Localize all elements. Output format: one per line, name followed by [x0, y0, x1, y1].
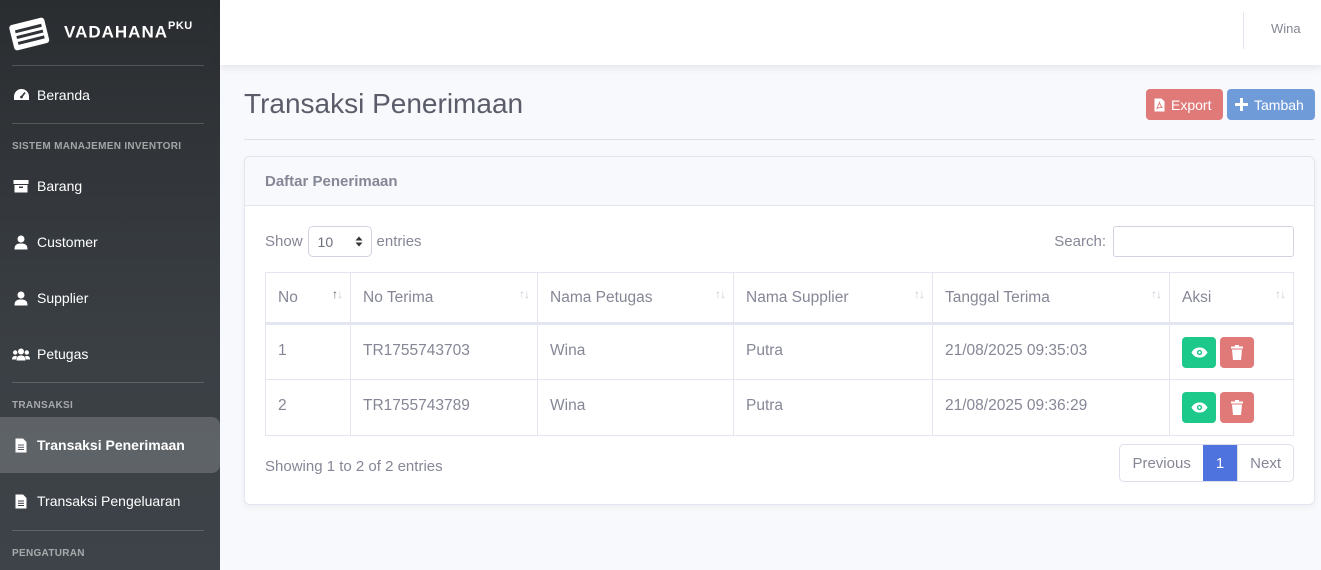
table-row: 2 TR1755743789 Wina Putra 21/08/2025 09:…: [265, 379, 1294, 436]
sort-icon: ↑↓: [715, 287, 726, 301]
sidebar-divider: [12, 530, 204, 531]
page-title: Transaksi Penerimaan: [244, 88, 524, 119]
brand-name: VADAHANAPKU: [64, 20, 193, 42]
eye-icon: [1191, 347, 1207, 357]
file-pdf-icon: [1154, 98, 1165, 112]
cell-petugas: Wina: [537, 323, 734, 380]
sidebar-item-beranda[interactable]: Beranda: [0, 66, 220, 123]
sidebar-divider: [12, 382, 204, 383]
cell-no: 1: [265, 323, 351, 380]
user-icon: [12, 290, 30, 306]
pagination-page-1[interactable]: 1: [1202, 445, 1238, 481]
box-icon: [12, 178, 30, 194]
cell-supplier: Putra: [733, 379, 933, 436]
sidebar-item-transaksi-pengeluaran[interactable]: Transaksi Pengeluaran: [0, 473, 220, 529]
entries-length-control: Show 10 entries: [265, 226, 422, 257]
column-header-nama-supplier[interactable]: Nama Supplier ↑↓: [733, 272, 933, 325]
sidebar-item-barang[interactable]: Barang: [0, 158, 220, 214]
table-row: 1 TR1755743703 Wina Putra 21/08/2025 09:…: [265, 323, 1294, 380]
delete-button[interactable]: [1220, 336, 1254, 368]
sort-icon: ↑↓: [1151, 287, 1162, 301]
sidebar-item-supplier[interactable]: Supplier: [0, 270, 220, 326]
cell-no: 2: [265, 379, 351, 436]
sort-icon: ↑↓: [1275, 287, 1286, 301]
sidebar-item-label: Supplier: [37, 290, 89, 306]
brand-suffix: PKU: [168, 20, 193, 33]
sidebar-divider: [12, 123, 204, 124]
sort-asc-icon: ↑↓: [332, 287, 343, 301]
sort-icon: ↑↓: [914, 287, 925, 301]
pagination-previous[interactable]: Previous: [1120, 445, 1202, 481]
entries-select-value: 10: [317, 233, 334, 250]
view-button[interactable]: [1182, 392, 1216, 423]
cell-no-terima: TR1755743703: [350, 323, 538, 380]
column-header-tanggal-terima[interactable]: Tanggal Terima ↑↓: [932, 272, 1170, 325]
penerimaan-card: Daftar Penerimaan Show 10 entries Search…: [244, 156, 1315, 505]
plus-icon: [1235, 98, 1248, 111]
cell-no-terima: TR1755743789: [350, 379, 538, 436]
eye-icon: [1191, 402, 1207, 413]
cell-supplier: Putra: [733, 323, 933, 380]
table-header-row: No ↑↓ No Terima ↑↓ Nama Petugas ↑↓ Nama Sup…: [265, 272, 1294, 325]
entries-label: entries: [376, 233, 422, 250]
file-icon: [12, 493, 30, 509]
pagination: Previous 1 Next: [1119, 444, 1294, 482]
tachometer-icon: [12, 87, 30, 103]
column-header-aksi[interactable]: Aksi ↑↓: [1169, 272, 1294, 325]
sidebar-item-label: Transaksi Pengeluaran: [37, 493, 181, 509]
cell-tanggal: 21/08/2025 09:36:29: [932, 379, 1170, 436]
topbar-divider: [1243, 12, 1244, 49]
sidebar-item-label: Beranda: [37, 86, 90, 103]
pagination-next[interactable]: Next: [1237, 445, 1293, 481]
view-button[interactable]: [1182, 336, 1216, 368]
cell-aksi: [1169, 323, 1294, 380]
sidebar-item-petugas[interactable]: Petugas: [0, 326, 220, 382]
sidebar-item-label: Petugas: [37, 346, 89, 362]
penerimaan-table: No ↑↓ No Terima ↑↓ Nama Petugas ↑↓ Nama Sup…: [265, 272, 1294, 436]
cell-petugas: Wina: [537, 379, 734, 436]
sidebar-item-label: Customer: [37, 234, 98, 250]
column-header-nama-petugas[interactable]: Nama Petugas ↑↓: [537, 272, 734, 325]
sidebar-item-label: Barang: [37, 178, 83, 194]
users-icon: [12, 346, 30, 362]
delete-button[interactable]: [1220, 392, 1254, 423]
sidebar-item-label: Transaksi Penerimaan: [37, 437, 185, 453]
entries-select[interactable]: 10: [307, 226, 372, 257]
sidebar-heading-pengaturan: PENGATURAN: [12, 548, 85, 559]
export-label: Export: [1171, 96, 1212, 113]
add-button[interactable]: Tambah: [1227, 89, 1315, 120]
card-title: Daftar Penerimaan: [245, 157, 1314, 206]
column-header-no-terima[interactable]: No Terima ↑↓: [350, 272, 538, 325]
column-header-no[interactable]: No ↑↓: [265, 272, 351, 325]
sidebar: VADAHANAPKU Beranda SISTEM MANAJEMEN INV…: [0, 0, 220, 570]
trash-icon: [1231, 400, 1243, 415]
search-control: Search:: [1054, 226, 1294, 257]
search-input[interactable]: [1113, 226, 1294, 257]
sidebar-item-transaksi-penerimaan[interactable]: Transaksi Penerimaan: [0, 417, 220, 473]
file-icon: [12, 437, 30, 453]
export-button[interactable]: Export: [1146, 89, 1223, 120]
sidebar-heading-inventory: SISTEM MANAJEMEN INVENTORI: [12, 141, 182, 152]
book-stack-icon: [6, 13, 52, 53]
heading-divider: [244, 139, 1315, 140]
topbar: Wina: [220, 0, 1321, 65]
user-menu[interactable]: Wina: [1271, 21, 1301, 36]
sidebar-item-customer[interactable]: Customer: [0, 214, 220, 270]
add-label: Tambah: [1254, 96, 1304, 113]
sort-icon: ↑↓: [519, 287, 530, 301]
table-info: Showing 1 to 2 of 2 entries: [265, 458, 443, 475]
search-label: Search:: [1054, 233, 1106, 250]
brand[interactable]: VADAHANAPKU: [0, 0, 220, 65]
cell-tanggal: 21/08/2025 09:35:03: [932, 323, 1170, 380]
user-icon: [12, 234, 30, 250]
cell-aksi: [1169, 379, 1294, 436]
select-arrows-icon: [355, 234, 363, 250]
show-label: Show: [265, 233, 303, 250]
trash-icon: [1231, 344, 1243, 360]
sidebar-heading-transaksi: TRANSAKSI: [12, 400, 74, 411]
